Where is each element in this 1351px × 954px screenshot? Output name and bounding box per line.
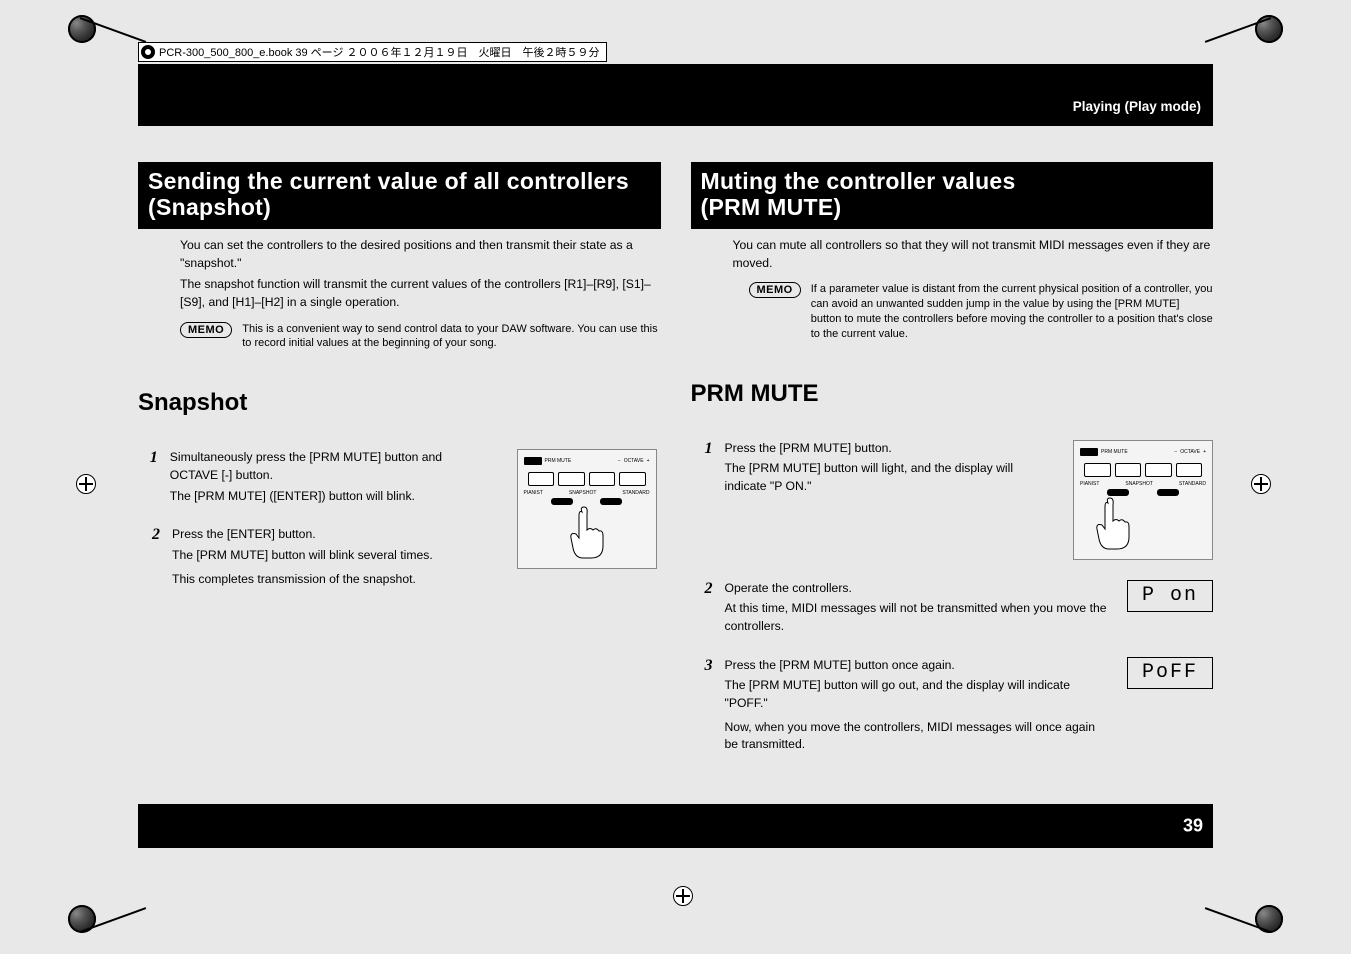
step-number: 1 [146, 449, 158, 508]
content-area: Sending the current value of all control… [138, 162, 1213, 800]
section-title-snapshot: Sending the current value of all control… [138, 162, 661, 229]
step-3c: Now, when you move the controllers, MIDI… [725, 719, 1108, 754]
binder-ring-top-right [1243, 15, 1283, 55]
illus-label-octave: OCTAVE [1180, 449, 1200, 455]
memo-badge: MEMO [180, 322, 232, 338]
memo-text-right: If a parameter value is distant from the… [811, 282, 1213, 341]
illus-label-snapshot: SNAPSHOT [569, 490, 597, 496]
memo-text-left: This is a convenient way to send control… [242, 322, 660, 352]
step-1b: The [PRM MUTE] ([ENTER]) button will bli… [170, 488, 489, 506]
bullseye-icon [141, 45, 155, 59]
section-title-line1: Sending the current value of all control… [148, 168, 651, 194]
prmmute-steps: 1 Press the [PRM MUTE] button. The [PRM … [691, 440, 1214, 758]
step-1a: Simultaneously press the [PRM MUTE] butt… [170, 449, 489, 484]
step-2: 2 Press the [ENTER] button. The [PRM MUT… [146, 526, 489, 591]
intro-p1: You can set the controllers to the desir… [180, 237, 661, 272]
page: PCR-300_500_800_e.book 39 ページ ２００６年１２月１９… [40, 20, 1311, 940]
section-title-prmmute: Muting the controller values (PRM MUTE) [691, 162, 1214, 229]
step-2: 2 Operate the controllers. At this time,… [699, 580, 1214, 639]
memo-block-right: MEMO If a parameter value is distant fro… [691, 282, 1214, 341]
step-2a: Press the [ENTER] button. [172, 526, 433, 544]
step-3: 3 Press the [PRM MUTE] button once again… [699, 657, 1214, 757]
step-3a: Press the [PRM MUTE] button once again. [725, 657, 1108, 675]
illus-label-plus: + [1203, 449, 1206, 455]
step-1: 1 Press the [PRM MUTE] button. The [PRM … [699, 440, 1214, 560]
step-3b: The [PRM MUTE] button will go out, and t… [725, 677, 1108, 712]
lcd-value: P on [1142, 584, 1198, 607]
prmmute-subheader: PRM MUTE [691, 380, 1214, 408]
section-title-line2: (PRM MUTE) [701, 194, 1204, 220]
illus-label-prmmute: PRM MUTE [545, 458, 572, 464]
snapshot-subheader: Snapshot [138, 389, 661, 417]
illus-pill-cancel [1157, 489, 1179, 496]
header-band: Playing (Play mode) [138, 64, 1213, 126]
crop-mark-left [76, 474, 100, 498]
footer-band: 39 [138, 804, 1213, 848]
lcd-display-on: P on [1127, 580, 1213, 612]
right-column: Muting the controller values (PRM MUTE) … [691, 162, 1214, 775]
hand-icon [557, 502, 617, 562]
step-number: 1 [699, 440, 713, 560]
crop-mark-bottom [673, 886, 697, 910]
illus-label-prmmute: PRM MUTE [1101, 449, 1128, 455]
panel-illustration-right: PRM MUTE − OCTAVE + PIANIST SNAPSHOT [1073, 440, 1213, 560]
page-number: 39 [1183, 816, 1203, 837]
illus-label-plus: + [647, 458, 650, 464]
step-2b: At this time, MIDI messages will not be … [725, 600, 1108, 635]
step-1: 1 Simultaneously press the [PRM MUTE] bu… [146, 449, 489, 508]
build-meta-text: PCR-300_500_800_e.book 39 ページ ２００６年１２月１９… [159, 44, 600, 60]
snapshot-intro: You can set the controllers to the desir… [138, 237, 661, 312]
memo-badge: MEMO [749, 282, 801, 298]
intro-p1: You can mute all controllers so that the… [733, 237, 1214, 272]
panel-illustration-left: PRM MUTE − OCTAVE + PIANIST SNAPSHOT STA… [517, 449, 657, 569]
binder-ring-bottom-left [68, 905, 108, 945]
binder-ring-top-left [68, 15, 108, 55]
illus-label-pianist: PIANIST [1080, 481, 1099, 487]
step-number: 3 [699, 657, 713, 757]
intro-p2: The snapshot function will transmit the … [180, 276, 661, 311]
illus-label-standard: STANDARD [1179, 481, 1206, 487]
snapshot-steps: 1 Simultaneously press the [PRM MUTE] bu… [138, 449, 489, 591]
step-1b: The [PRM MUTE] button will light, and th… [725, 460, 1048, 495]
lcd-display-off: PoFF [1127, 657, 1213, 689]
illus-label-snapshot: SNAPSHOT [1125, 481, 1153, 487]
step-2c: This completes transmission of the snaps… [172, 571, 433, 589]
crop-mark-right [1251, 474, 1275, 498]
left-column: Sending the current value of all control… [138, 162, 661, 775]
section-title-line2: (Snapshot) [148, 194, 651, 220]
illus-label-minus: − [1174, 449, 1177, 455]
step-2b: The [PRM MUTE] button will blink several… [172, 547, 433, 565]
illus-label-octave: OCTAVE [624, 458, 644, 464]
step-number: 2 [146, 526, 160, 591]
build-meta-label: PCR-300_500_800_e.book 39 ページ ２００６年１２月１９… [138, 42, 607, 62]
step-1a: Press the [PRM MUTE] button. [725, 440, 1048, 458]
lcd-value: PoFF [1142, 661, 1198, 684]
illus-label-standard: STANDARD [622, 490, 649, 496]
prmmute-intro: You can mute all controllers so that the… [691, 237, 1214, 272]
hand-icon [1083, 493, 1143, 553]
illus-label-minus: − [618, 458, 621, 464]
binder-ring-bottom-right [1243, 905, 1283, 945]
section-title-line1: Muting the controller values [701, 168, 1204, 194]
step-2a: Operate the controllers. [725, 580, 1108, 598]
header-section-title: Playing (Play mode) [1073, 99, 1201, 114]
memo-block-left: MEMO This is a convenient way to send co… [138, 322, 661, 352]
illus-label-pianist: PIANIST [524, 490, 543, 496]
step-number: 2 [699, 580, 713, 639]
